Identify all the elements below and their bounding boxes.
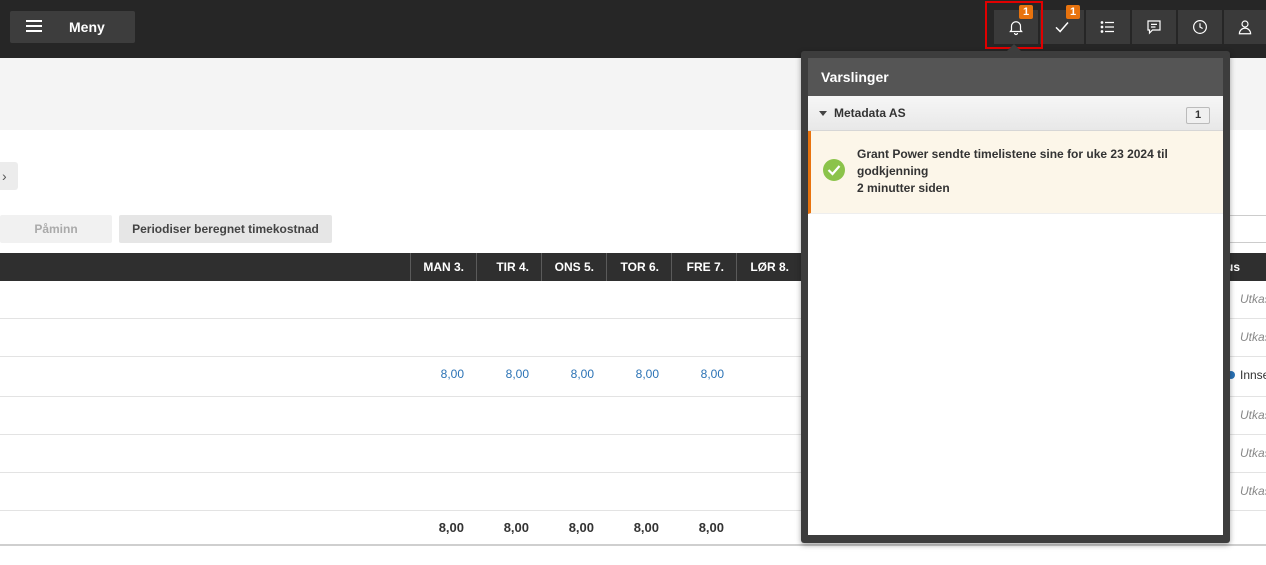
table-bottom-border	[0, 544, 1266, 546]
col-fri[interactable]: FRE 7.	[671, 253, 736, 281]
history-button[interactable]	[1178, 10, 1222, 44]
total-cell: 8,00	[698, 520, 724, 535]
group-count-badge: 1	[1186, 107, 1210, 124]
col-mon[interactable]: MAN 3.	[410, 253, 476, 281]
messages-button[interactable]	[1132, 10, 1176, 44]
periodize-cost-button[interactable]: Periodiser beregnet timekostnad	[119, 215, 332, 243]
status-text: Utkas	[1240, 330, 1266, 344]
status-text: Utkas	[1240, 408, 1266, 422]
check-icon	[1055, 22, 1069, 33]
total-cell: 8,00	[438, 520, 464, 535]
panel-caret	[1007, 44, 1021, 51]
total-cell: 8,00	[503, 520, 529, 535]
hours-cell[interactable]: 8,00	[541, 367, 606, 381]
notification-group-toggle[interactable]: Metadata AS 1	[808, 96, 1223, 131]
user-icon	[1238, 20, 1252, 35]
col-sat[interactable]: LØR 8.	[736, 253, 801, 281]
hamburger-icon	[26, 20, 42, 34]
list-button[interactable]	[1086, 10, 1130, 44]
top-bar: Meny 1 1	[0, 0, 1266, 58]
status-text: Utkas	[1240, 484, 1266, 498]
total-cell: 8,00	[568, 520, 594, 535]
notification-line-1: Grant Power sendte timelistene sine for …	[857, 147, 1168, 161]
notifications-body: Metadata AS 1 Grant Power sendte timelis…	[808, 96, 1223, 535]
hours-cell[interactable]: 8,00	[606, 367, 671, 381]
notification-time: 2 minutter siden	[857, 181, 950, 195]
hours-cell[interactable]: 8,00	[671, 367, 736, 381]
approvals-badge: 1	[1066, 5, 1080, 19]
remind-button[interactable]: Påminn	[0, 215, 112, 243]
group-name: Metadata AS	[834, 106, 906, 120]
notification-message: Grant Power sendte timelistene sine for …	[857, 146, 1207, 197]
clock-icon	[1193, 20, 1207, 34]
hours-cell[interactable]: 8,00	[410, 367, 476, 381]
col-wed[interactable]: ONS 5.	[541, 253, 606, 281]
profile-button[interactable]	[1224, 10, 1266, 44]
notification-line-2: godkjenning	[857, 164, 929, 178]
col-thu[interactable]: TOR 6.	[606, 253, 671, 281]
status-text: Utkas	[1240, 292, 1266, 306]
notification-item[interactable]: Grant Power sendte timelistene sine for …	[808, 131, 1223, 214]
menu-button[interactable]: Meny	[10, 11, 135, 43]
chat-icon	[1147, 20, 1161, 35]
success-check-icon	[823, 159, 845, 181]
notifications-title: Varslinger	[808, 58, 1223, 96]
col-tue[interactable]: TIR 4.	[476, 253, 541, 281]
bell-icon	[1009, 21, 1023, 36]
total-cell: 8,00	[633, 520, 659, 535]
list-icon	[1100, 21, 1114, 33]
status-text: Innse	[1240, 368, 1266, 382]
notifications-panel: Varslinger Metadata AS 1 Grant Power sen…	[801, 44, 1230, 543]
expand-arrow-button[interactable]: ›	[0, 162, 18, 190]
status-text: Utkas	[1240, 446, 1266, 460]
caret-down-icon	[819, 111, 827, 116]
hours-cell[interactable]: 8,00	[476, 367, 541, 381]
notifications-badge: 1	[1019, 5, 1033, 19]
menu-label: Meny	[69, 19, 105, 35]
